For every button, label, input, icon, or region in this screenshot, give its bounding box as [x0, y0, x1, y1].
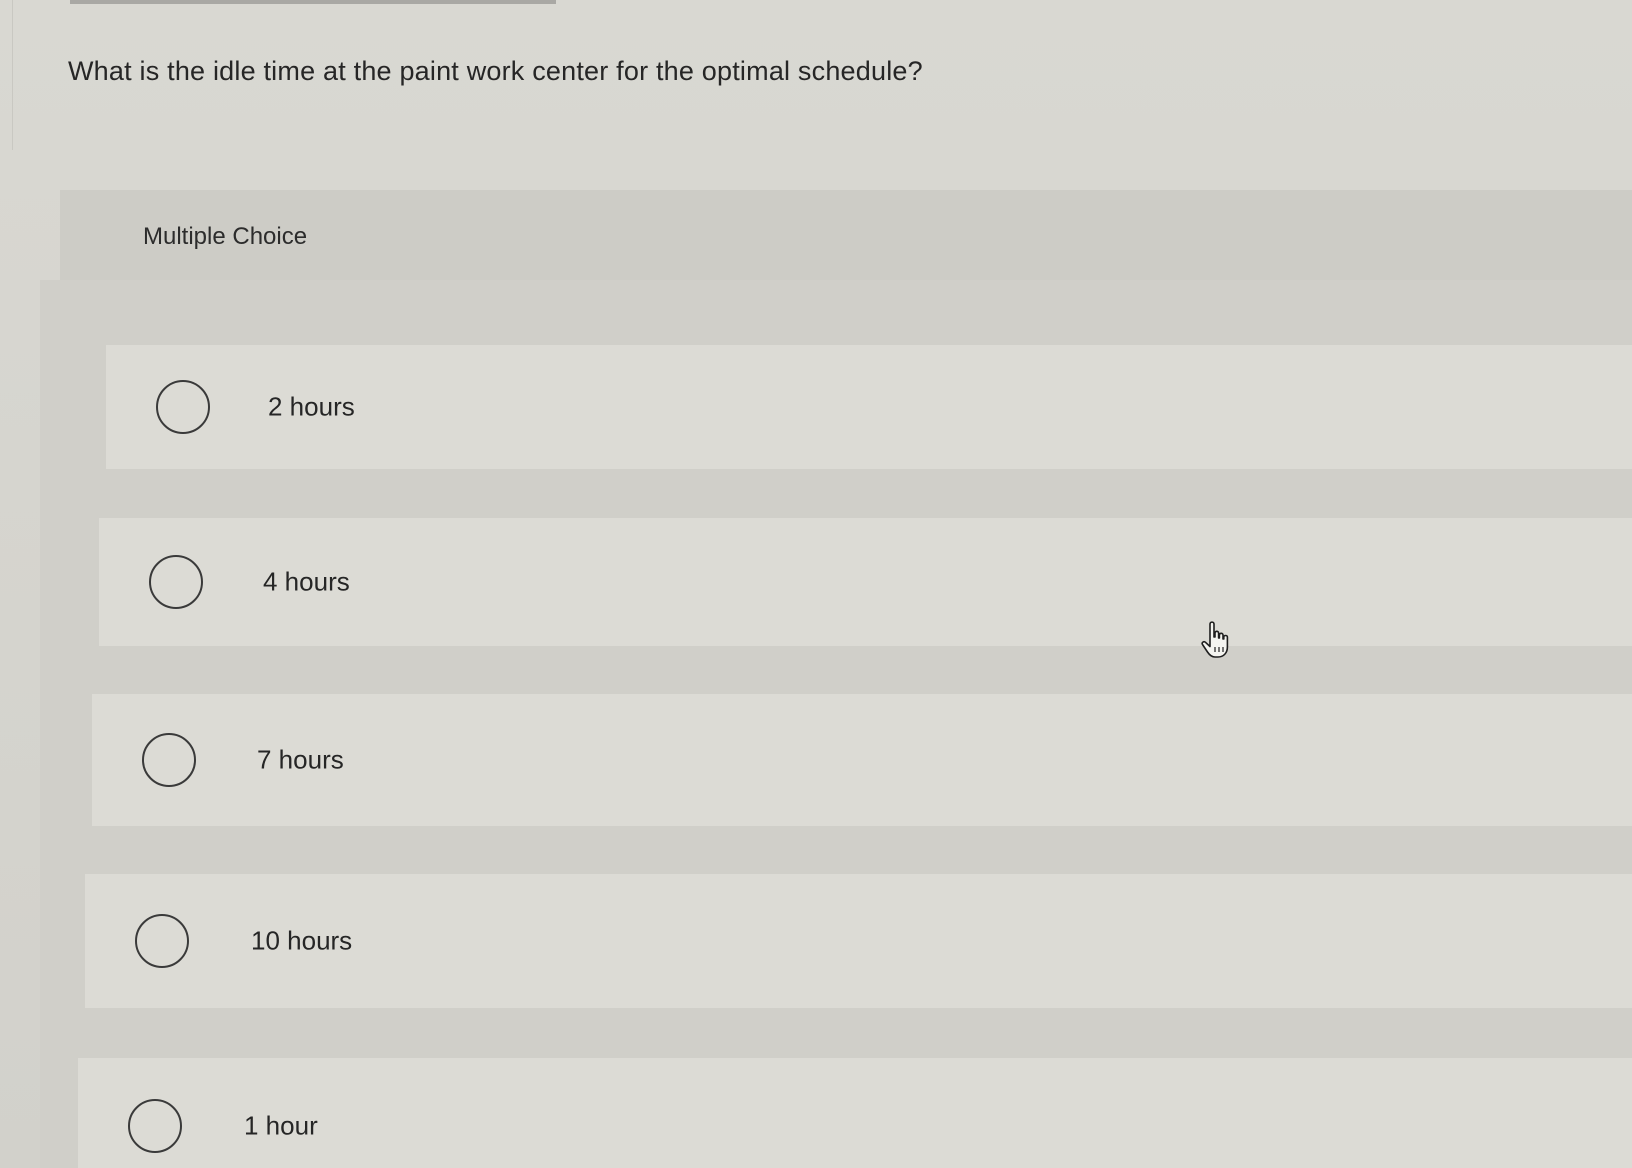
radio-circle-icon[interactable]	[142, 733, 196, 787]
choice-option-1[interactable]: 2 hours	[106, 345, 1632, 469]
choice-label: 7 hours	[257, 744, 344, 775]
radio-circle-icon[interactable]	[135, 914, 189, 968]
choice-label: 4 hours	[263, 566, 350, 597]
question-text: What is the idle time at the paint work …	[68, 56, 923, 86]
hand-pointer-icon	[1201, 621, 1229, 658]
radio-circle-icon[interactable]	[149, 555, 203, 609]
choice-label: 10 hours	[251, 925, 353, 956]
choice-label: 2 hours	[268, 391, 355, 422]
multiple-choice-label: Multiple Choice	[143, 223, 308, 250]
choice-label: 1 hour	[244, 1110, 318, 1141]
choice-option-4[interactable]: 10 hours	[85, 874, 1632, 1008]
choice-option-5[interactable]: 1 hour	[78, 1058, 1632, 1168]
top-divider	[70, 0, 556, 4]
choice-option-2[interactable]: 4 hours	[99, 518, 1632, 646]
radio-circle-icon[interactable]	[156, 380, 210, 434]
left-edge-divider	[0, 0, 13, 150]
choice-option-3[interactable]: 7 hours	[92, 694, 1632, 826]
radio-circle-icon[interactable]	[128, 1099, 182, 1153]
